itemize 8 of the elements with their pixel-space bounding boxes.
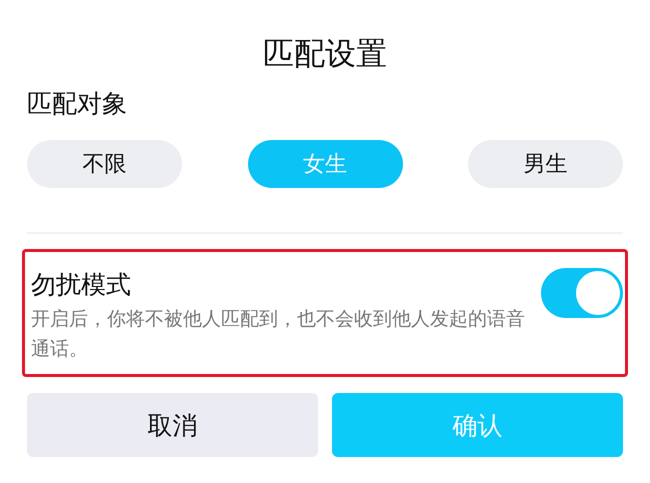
dialog-title: 匹配设置 <box>262 35 388 74</box>
section-label: 匹配对象 <box>27 88 128 120</box>
setting-description: 开启后，你将不被他人匹配到，也不会收到他人发起的语音通话。 <box>31 307 526 362</box>
toggle-switch[interactable] <box>541 268 623 318</box>
setting-title: 勿扰模式 <box>31 269 132 301</box>
cancel-button[interactable]: 取消 <box>27 393 318 457</box>
option-pill[interactable]: 男生 <box>468 140 623 188</box>
option-pill[interactable]: 不限 <box>27 140 182 188</box>
